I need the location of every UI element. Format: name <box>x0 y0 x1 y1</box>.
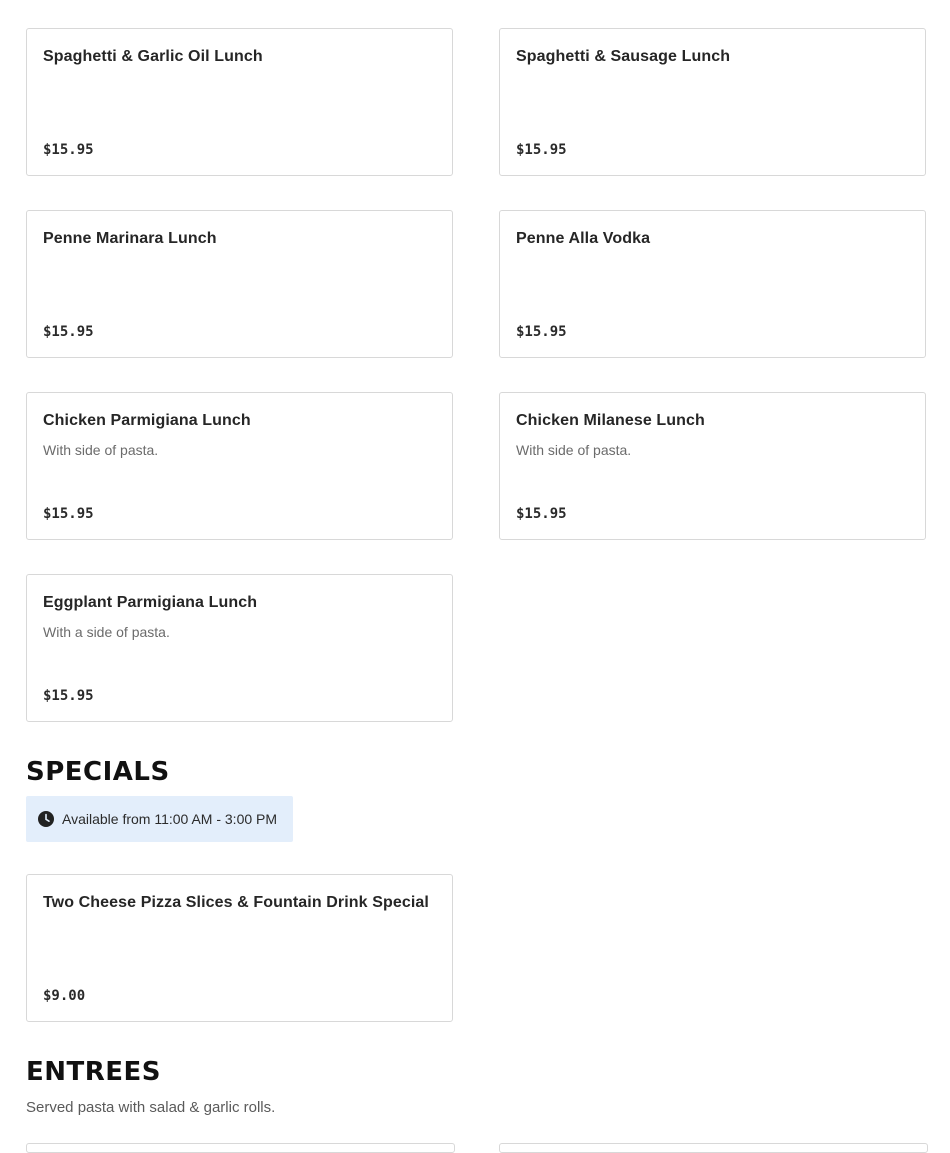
menu-item-title: Eggplant Parmigiana Lunch <box>43 594 258 611</box>
menu-item-price: $15.95 <box>43 324 94 340</box>
menu-item-card[interactable]: Eggplant Parmigiana Lunch With a side of… <box>26 574 453 722</box>
availability-banner: Available from 11:00 AM - 3:00 PM <box>26 796 293 842</box>
menu-item-price: $9.00 <box>43 988 86 1004</box>
menu-item-title: Two Cheese Pizza Slices & Fountain Drink… <box>43 894 429 911</box>
menu-item-price: $15.95 <box>43 688 94 704</box>
menu-item-title: Spaghetti & Garlic Oil Lunch <box>43 48 263 65</box>
menu-item-title: Chicken Milanese Lunch <box>516 412 705 429</box>
menu-item-price: $15.95 <box>43 142 94 158</box>
section-description: Served pasta with salad & garlic rolls. <box>26 1099 276 1116</box>
clock-icon <box>38 811 54 827</box>
menu-item-card[interactable] <box>499 1143 928 1153</box>
menu-item-title: Penne Marinara Lunch <box>43 230 217 247</box>
menu-item-price: $15.95 <box>43 506 94 522</box>
menu-item-card[interactable]: Chicken Milanese Lunch With side of past… <box>499 392 926 540</box>
menu-item-card[interactable]: Penne Marinara Lunch $15.95 <box>26 210 453 358</box>
menu-item-description: With a side of pasta. <box>43 624 170 640</box>
section-heading-entrees: ENTREES <box>26 1057 162 1087</box>
menu-item-title: Penne Alla Vodka <box>516 230 651 247</box>
menu-item-description: With side of pasta. <box>516 442 632 458</box>
menu-item-title: Spaghetti & Sausage Lunch <box>516 48 731 65</box>
section-heading-specials: SPECIALS <box>26 757 170 787</box>
menu-item-price: $15.95 <box>516 506 567 522</box>
menu-item-card[interactable]: Spaghetti & Sausage Lunch $15.95 <box>499 28 926 176</box>
menu-item-card[interactable] <box>26 1143 455 1153</box>
menu-item-card[interactable]: Spaghetti & Garlic Oil Lunch $15.95 <box>26 28 453 176</box>
menu-item-price: $15.95 <box>516 324 567 340</box>
menu-item-card[interactable]: Penne Alla Vodka $15.95 <box>499 210 926 358</box>
menu-item-title: Chicken Parmigiana Lunch <box>43 412 251 429</box>
availability-text: Available from 11:00 AM - 3:00 PM <box>62 811 278 827</box>
menu-item-card[interactable]: Two Cheese Pizza Slices & Fountain Drink… <box>26 874 453 1022</box>
menu-item-price: $15.95 <box>516 142 567 158</box>
menu-item-description: With side of pasta. <box>43 442 159 458</box>
menu-item-card[interactable]: Chicken Parmigiana Lunch With side of pa… <box>26 392 453 540</box>
